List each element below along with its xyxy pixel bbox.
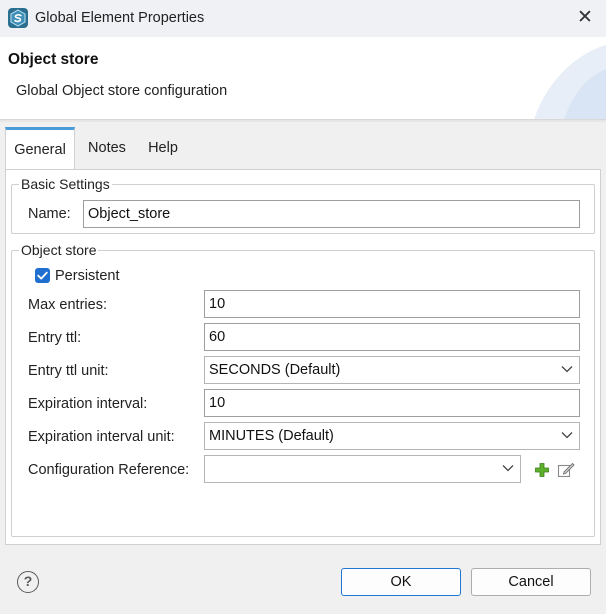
- help-icon[interactable]: ?: [17, 571, 39, 593]
- header-description: Global Object store configuration: [16, 83, 228, 99]
- checkmark-icon: [37, 271, 48, 280]
- basic-settings-legend: Basic Settings: [21, 176, 110, 192]
- tab-general[interactable]: General: [5, 127, 75, 169]
- persistent-checkbox[interactable]: [35, 268, 50, 283]
- chevron-down-icon: [502, 465, 514, 472]
- dialog-header: Object store Global Object store configu…: [0, 37, 606, 120]
- header-decoration: [534, 45, 606, 119]
- max-entries-field[interactable]: [204, 290, 580, 318]
- expiration-interval-field[interactable]: [204, 389, 580, 417]
- persistent-label: Persistent: [55, 268, 120, 284]
- expiration-interval-unit-label: Expiration interval unit:: [28, 429, 175, 445]
- entry-ttl-unit-label: Entry ttl unit:: [28, 363, 109, 379]
- chevron-down-icon: [561, 366, 573, 373]
- configuration-reference-label: Configuration Reference:: [28, 462, 190, 478]
- entry-ttl-unit-select[interactable]: SECONDS (Default): [204, 356, 580, 384]
- name-field[interactable]: [83, 200, 580, 228]
- app-logo-icon: [8, 8, 28, 28]
- title-bar: Global Element Properties ✕: [0, 0, 606, 37]
- window-title: Global Element Properties: [35, 10, 205, 26]
- close-icon[interactable]: ✕: [577, 7, 593, 28]
- expiration-interval-unit-select[interactable]: MINUTES (Default): [204, 422, 580, 450]
- entry-ttl-field[interactable]: [204, 323, 580, 351]
- chevron-down-icon: [561, 432, 573, 439]
- header-separator: [0, 120, 606, 122]
- close-button[interactable]: ✕: [572, 6, 598, 30]
- entry-ttl-unit-value: SECONDS (Default): [209, 362, 341, 378]
- add-icon[interactable]: [534, 462, 550, 478]
- entry-ttl-label: Entry ttl:: [28, 330, 82, 346]
- object-store-legend: Object store: [21, 242, 97, 258]
- configuration-reference-select[interactable]: [204, 455, 521, 483]
- tab-help[interactable]: Help: [139, 127, 187, 169]
- max-entries-label: Max entries:: [28, 297, 107, 313]
- expiration-interval-unit-value: MINUTES (Default): [209, 428, 334, 444]
- tab-notes[interactable]: Notes: [79, 127, 135, 169]
- header-title: Object store: [8, 51, 99, 68]
- edit-icon[interactable]: [557, 461, 575, 479]
- name-label: Name:: [28, 206, 71, 222]
- expiration-interval-label: Expiration interval:: [28, 396, 148, 412]
- ok-button[interactable]: OK: [341, 568, 461, 596]
- cancel-button[interactable]: Cancel: [471, 568, 591, 596]
